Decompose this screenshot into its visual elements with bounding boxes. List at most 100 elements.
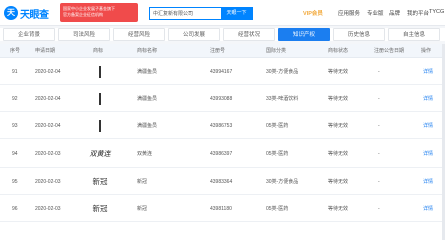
- row-status: 等待无效: [328, 179, 349, 185]
- app-service-link[interactable]: 应用服务: [338, 9, 360, 17]
- user-menu[interactable]: TYCG: [429, 9, 444, 15]
- row-name: 满疆鱼员: [137, 69, 158, 75]
- brand-link[interactable]: 品牌: [389, 9, 400, 17]
- row-apply-date: 2020-02-04: [35, 123, 61, 129]
- table-row: 94 2020-02-03 双黄连 双黄连 43986397 05类-医药 等待…: [0, 140, 445, 168]
- platform-link[interactable]: 我的平台: [407, 9, 429, 17]
- row-index: 93: [12, 123, 18, 129]
- row-status: 等待无效: [328, 96, 349, 102]
- row-class: 33类-啤酒饮料: [266, 96, 299, 102]
- details-link[interactable]: 详情: [423, 196, 433, 222]
- row-pub-date: -: [378, 96, 380, 102]
- row-reg-no: 43983364: [210, 179, 233, 185]
- row-name: 双黄连: [137, 151, 153, 157]
- row-apply-date: 2020-02-04: [35, 96, 61, 102]
- row-index: 92: [12, 96, 18, 102]
- trademark-image[interactable]: [86, 117, 114, 135]
- row-reg-no: 43986397: [210, 151, 233, 157]
- row-status: 等待无效: [328, 69, 349, 75]
- tab-label: 知识产权: [292, 32, 315, 38]
- row-index: 91: [12, 69, 18, 75]
- details-link[interactable]: 详情: [423, 59, 433, 85]
- tab-history[interactable]: 历史信息: [333, 28, 385, 41]
- notice-line-1: 国家中小企业发展子基金旗下: [63, 6, 115, 11]
- table-header: 序号 申请日期 商标 商标名称 注册号 国际分类 商标状态 注册公告日期 操作: [0, 44, 445, 58]
- row-reg-no: 43981180: [210, 206, 232, 212]
- search-button[interactable]: 天眼一下: [221, 8, 252, 19]
- trademark-image[interactable]: [86, 63, 114, 81]
- trademark-image[interactable]: 双黄连: [86, 145, 114, 163]
- col-index: 序号: [10, 48, 21, 54]
- tab-label: 经营状况: [237, 32, 260, 38]
- col-apply-date: 申请日期: [35, 48, 56, 54]
- tab-judicial-risk[interactable]: 司法风险: [58, 28, 110, 41]
- row-reg-no: 43994167: [210, 69, 233, 75]
- col-logo: 商标: [93, 48, 104, 54]
- col-action: 操作: [421, 48, 432, 54]
- row-pub-date: -: [378, 151, 380, 157]
- row-apply-date: 2020-02-03: [35, 206, 61, 212]
- details-link[interactable]: 详情: [423, 140, 433, 168]
- col-pub-date: 注册公告日期: [374, 48, 405, 54]
- logo-text: 天眼查: [20, 10, 49, 21]
- pro-link[interactable]: 专业版: [367, 9, 384, 17]
- logo[interactable]: 天 天眼查: [4, 4, 54, 21]
- row-class: 05类-医药: [266, 151, 289, 157]
- row-status: 等待无效: [328, 206, 349, 212]
- trademark-image[interactable]: [86, 90, 114, 108]
- notice-banner[interactable]: 国家中小企业发展子基金旗下 官方备案企业征信机构: [60, 3, 138, 22]
- details-link[interactable]: 详情: [423, 113, 433, 139]
- row-apply-date: 2020-02-03: [35, 151, 61, 157]
- row-name: 新冠: [137, 206, 148, 212]
- search-box: 天眼一下: [149, 7, 253, 20]
- table-row: 95 2020-02-03 新冠 新冠 43983364 30类-方便食品 等待…: [0, 169, 445, 195]
- row-class: 30类-方便食品: [266, 69, 299, 75]
- table-row: 92 2020-02-04 满疆鱼员 43993088 33类-啤酒饮料 等待无…: [0, 86, 445, 112]
- tab-label: 公司发展: [182, 32, 205, 38]
- row-name: 满疆鱼员: [137, 123, 158, 129]
- details-link[interactable]: 详情: [423, 86, 433, 112]
- row-class: 30类-方便食品: [266, 179, 299, 185]
- row-status: 等待无效: [328, 123, 349, 129]
- tab-label: 经营风险: [127, 32, 150, 38]
- tab-enterprise-background[interactable]: 企业背景: [3, 28, 55, 41]
- details-link[interactable]: 详情: [423, 169, 433, 195]
- table-row: 93 2020-02-04 满疆鱼员 43986753 05类-医药 等待无效 …: [0, 113, 445, 139]
- tab-self-info[interactable]: 自主信息: [388, 28, 440, 41]
- tab-label: 企业背景: [17, 32, 40, 38]
- trademark-image[interactable]: 新冠: [86, 200, 114, 218]
- vip-link[interactable]: VIP会员: [303, 9, 323, 17]
- tab-business-risk[interactable]: 经营风险: [113, 28, 165, 41]
- row-pub-date: -: [378, 179, 380, 185]
- row-reg-no: 43993088: [210, 96, 233, 102]
- tab-company-development[interactable]: 公司发展: [168, 28, 220, 41]
- search-input[interactable]: [150, 8, 222, 19]
- row-reg-no: 43986753: [210, 123, 233, 129]
- tab-label: 自主信息: [402, 32, 425, 38]
- row-index: 96: [12, 206, 18, 212]
- row-index: 94: [12, 151, 18, 157]
- row-apply-date: 2020-02-04: [35, 69, 61, 75]
- tab-business-status[interactable]: 经营状况: [223, 28, 275, 41]
- row-apply-date: 2020-02-03: [35, 179, 61, 185]
- row-class: 05类-医药: [266, 123, 289, 129]
- row-pub-date: -: [378, 206, 380, 212]
- row-pub-date: -: [378, 123, 380, 129]
- row-class: 05类-医药: [266, 206, 289, 212]
- notice-line-2: 官方备案企业征信机构: [63, 12, 103, 17]
- table-row: 91 2020-02-04 满疆鱼员 43994167 30类-方便食品 等待无…: [0, 59, 445, 85]
- col-status: 商标状态: [328, 48, 349, 54]
- row-name: 新冠: [137, 179, 148, 185]
- row-pub-date: -: [378, 69, 380, 75]
- logo-icon: 天: [4, 6, 18, 20]
- col-name: 商标名称: [137, 48, 158, 54]
- trademark-image[interactable]: 新冠: [86, 173, 114, 191]
- tab-label: 历史信息: [347, 32, 370, 38]
- tab-label: 司法风险: [72, 32, 95, 38]
- category-tabs: 企业背景 司法风险 经营风险 公司发展 经营状况 知识产权 历史信息 自主信息: [0, 28, 445, 41]
- table-row: 96 2020-02-03 新冠 新冠 43981180 05类-医药 等待无效…: [0, 196, 445, 222]
- trademark-table: 序号 申请日期 商标 商标名称 注册号 国际分类 商标状态 注册公告日期 操作 …: [0, 44, 445, 240]
- tab-intellectual-property[interactable]: 知识产权: [278, 28, 330, 41]
- col-reg-no: 注册号: [210, 48, 226, 54]
- row-status: 等待无效: [328, 151, 349, 157]
